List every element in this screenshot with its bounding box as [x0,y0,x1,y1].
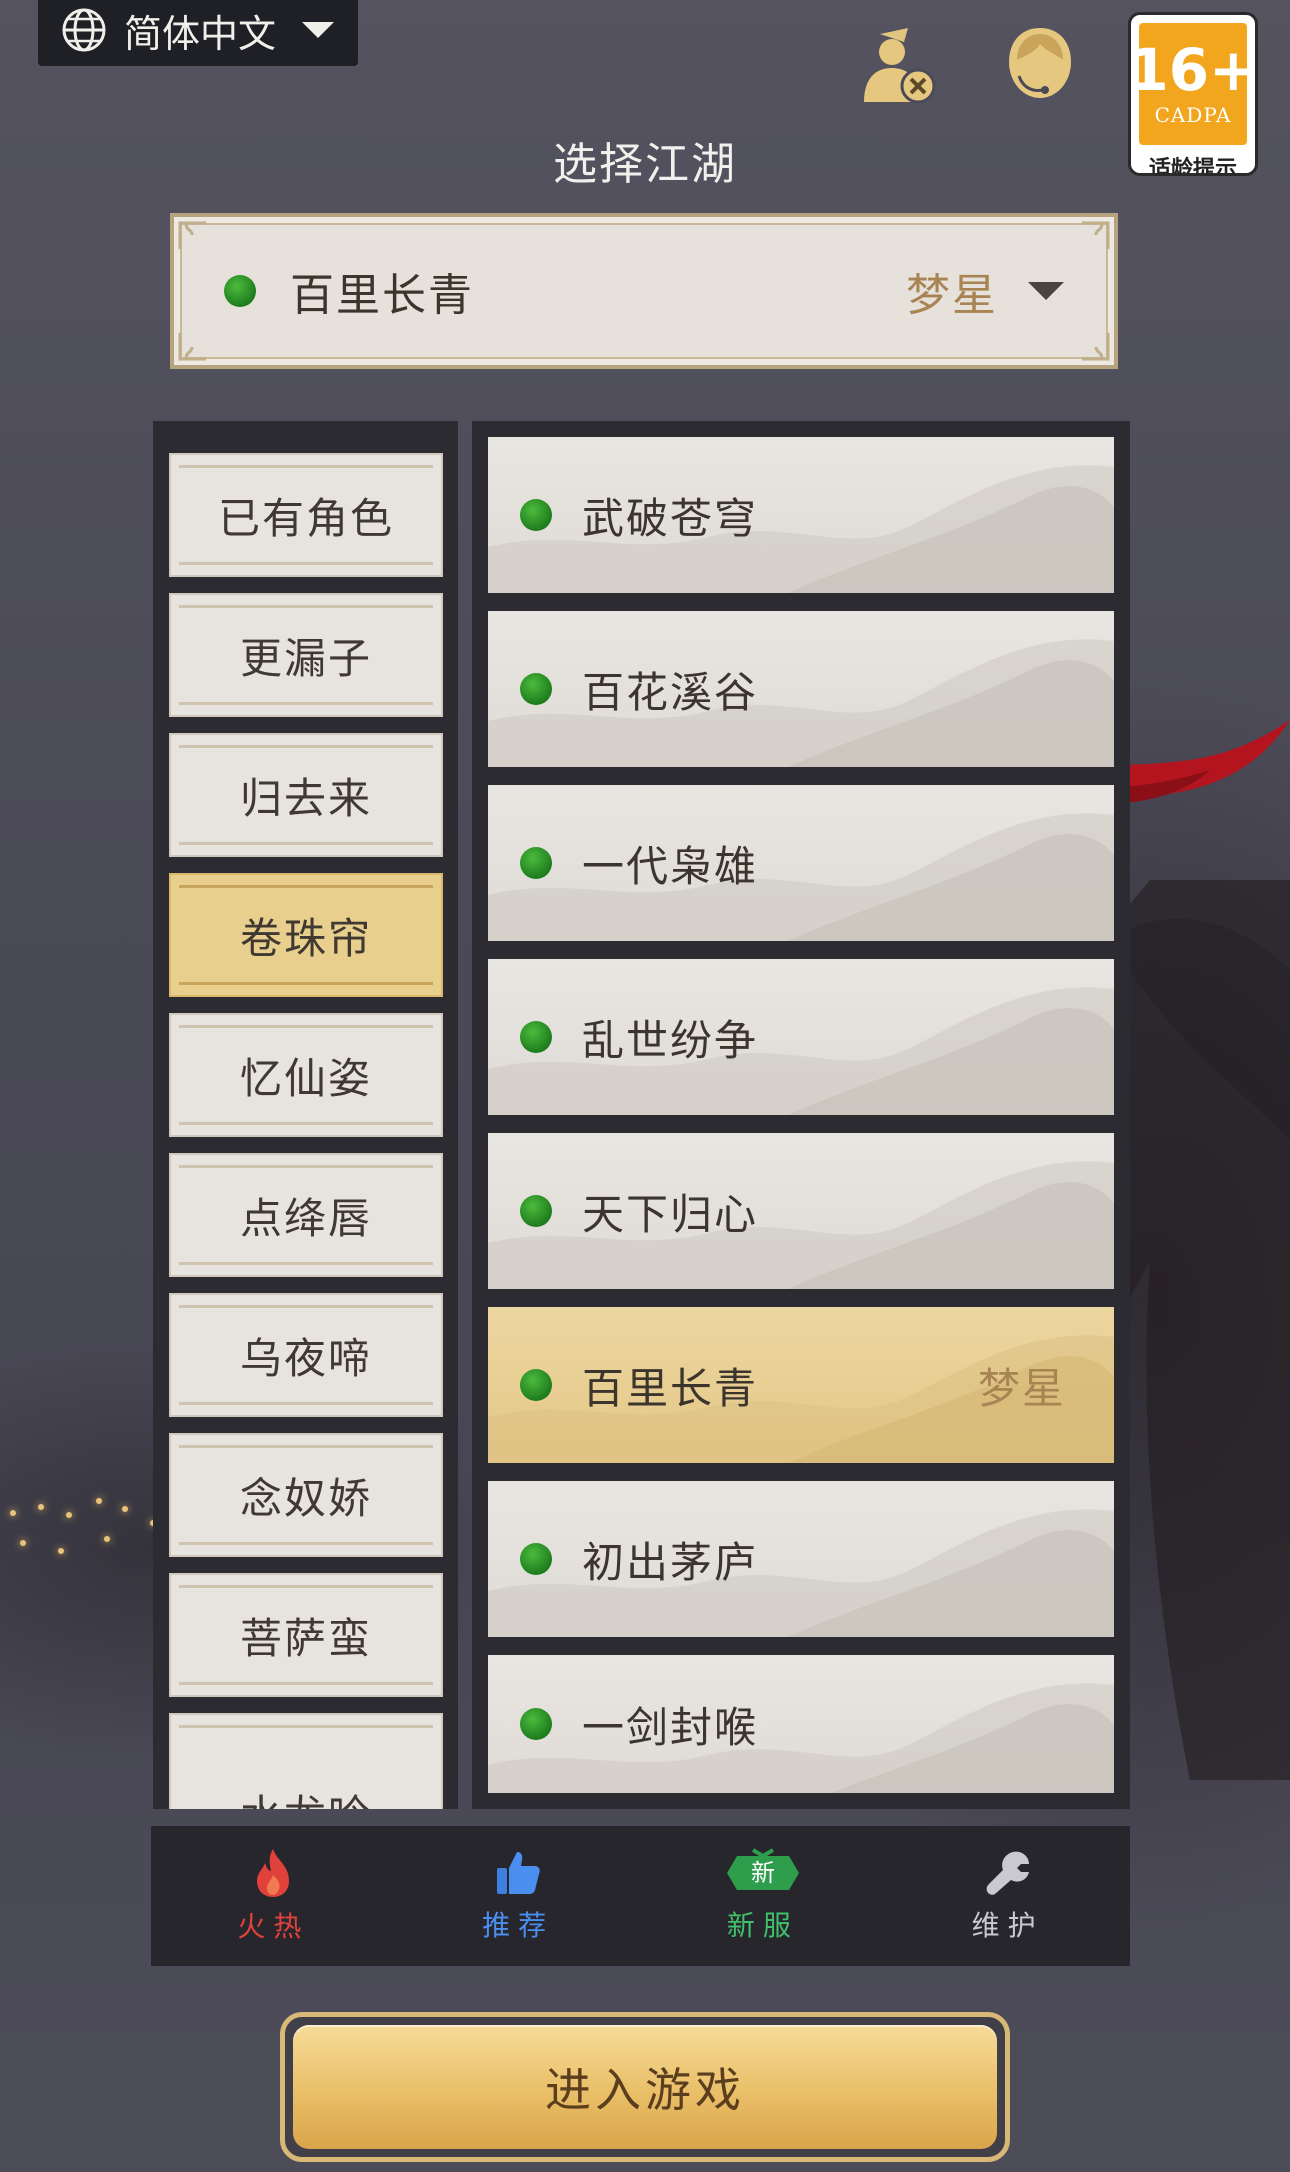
language-label: 简体中文 [124,11,277,56]
wrench-icon [986,1851,1029,1895]
corner-ornament-icon [178,221,206,249]
category-item[interactable]: 乌夜啼 [169,1293,443,1417]
rating-org: CADPA [1154,103,1232,127]
category-label: 水龙吟 [240,1782,372,1809]
chevron-down-icon [302,22,335,38]
category-label: 念奴娇 [239,1473,372,1523]
fire-icon [257,1849,290,1897]
server-name: 天下归心 [582,1189,759,1239]
language-selector[interactable]: 简体中文 [38,0,358,66]
tab-hot-label: 火热 [237,1910,310,1943]
online-status-dot [520,1195,552,1227]
current-server-name: 百里长青 [290,270,474,321]
category-item[interactable]: 菩萨蛮 [169,1573,443,1697]
account-switch-icon[interactable] [850,20,940,110]
chevron-down-icon [1028,282,1064,300]
enter-game-button[interactable]: 进入游戏 [293,2025,997,2149]
server-name: 乱世纷争 [582,1015,759,1065]
server-item[interactable]: 一代枭雄 [488,785,1114,941]
current-server-tag: 梦星 [906,270,998,321]
server-name: 初出茅庐 [582,1537,759,1587]
tab-recommend[interactable]: 推荐 [396,1826,641,1966]
customer-service-icon[interactable] [995,20,1085,110]
corner-ornament-icon [1082,221,1110,249]
category-item[interactable]: 忆仙姿 [169,1013,443,1137]
tab-recommend-label: 推荐 [482,1909,555,1942]
category-label: 归去来 [239,773,372,823]
page-title: 选择江湖 [553,139,737,190]
thumbs-up-icon [497,1852,540,1894]
category-item-active[interactable]: 卷珠帘 [169,873,443,997]
category-label: 忆仙姿 [239,1053,372,1103]
tab-maintenance-label: 维护 [971,1909,1044,1942]
server-name: 一代枭雄 [582,841,759,891]
globe-icon [62,8,106,52]
tab-new-server[interactable]: 新 新服 [641,1826,886,1966]
age-rating: 16+ [1128,36,1258,104]
tab-hot[interactable]: 火热 [151,1826,396,1966]
online-status-dot [520,1543,552,1575]
server-name: 武破苍穹 [582,493,759,543]
category-item[interactable]: 水龙吟 [169,1713,443,1809]
server-item[interactable]: 一剑封喉 [488,1655,1114,1793]
enter-game-frame: 进入游戏 [280,2012,1010,2162]
tab-maintenance[interactable]: 维护 [885,1826,1130,1966]
online-status-dot [520,499,552,531]
category-item[interactable]: 已有角色 [169,453,443,577]
category-label: 点绛唇 [239,1193,372,1243]
online-status-dot [224,275,256,307]
server-tag: 梦星 [977,1363,1066,1413]
category-label: 卷珠帘 [239,913,372,963]
category-item[interactable]: 更漏子 [169,593,443,717]
server-name: 百里长青 [582,1363,759,1413]
online-status-dot [520,847,552,879]
category-label: 菩萨蛮 [239,1613,372,1663]
server-item[interactable]: 乱世纷争 [488,959,1114,1115]
online-status-dot [520,1708,552,1740]
category-label: 更漏子 [239,633,372,683]
category-item[interactable]: 归去来 [169,733,443,857]
server-name: 百花溪谷 [582,667,759,717]
server-name: 一剑封喉 [582,1702,759,1752]
online-status-dot [520,1369,552,1401]
server-item[interactable]: 武破苍穹 [488,437,1114,593]
online-status-dot [520,673,552,705]
new-badge-text: 新 [751,1859,775,1887]
server-list[interactable]: 武破苍穹 百花溪谷 一代枭雄 乱世纷争 天下归心 百里长青 梦星 初出茅庐 一剑… [472,421,1130,1809]
corner-ornament-icon [1082,333,1110,361]
server-item[interactable]: 百花溪谷 [488,611,1114,767]
category-item[interactable]: 念奴娇 [169,1433,443,1557]
server-filter-tabs: 火热 推荐 新 新服 维护 [151,1826,1130,1966]
server-item[interactable]: 初出茅庐 [488,1481,1114,1637]
category-item[interactable]: 点绛唇 [169,1153,443,1277]
tab-new-server-label: 新服 [726,1909,799,1942]
category-label: 已有角色 [217,493,394,543]
server-item-active[interactable]: 百里长青 梦星 [488,1307,1114,1463]
server-category-list[interactable]: 已有角色 更漏子 归去来 卷珠帘 忆仙姿 点绛唇 乌夜啼 念奴娇 菩萨蛮 水龙吟 [153,421,458,1809]
server-item[interactable]: 天下归心 [488,1133,1114,1289]
new-badge-icon: 新 [726,1848,799,1890]
current-server-selector[interactable]: 百里长青 梦星 [170,213,1118,369]
enter-game-label: 进入游戏 [545,2063,745,2117]
online-status-dot [520,1021,552,1053]
category-label: 乌夜啼 [239,1333,372,1383]
corner-ornament-icon [178,333,206,361]
